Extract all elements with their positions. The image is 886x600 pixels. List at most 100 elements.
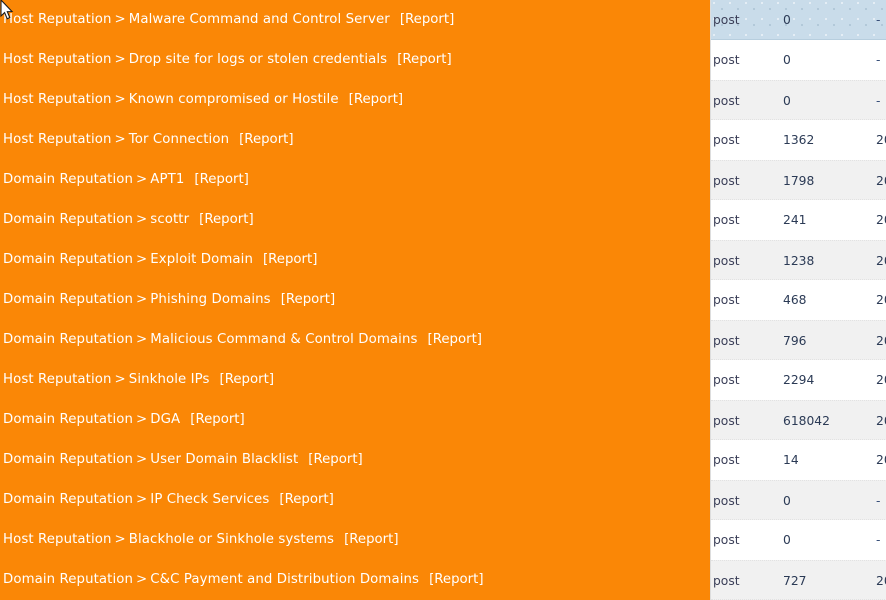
feed-category-label: Domain Reputation: [3, 412, 134, 427]
cell-last-updated: 20: [876, 414, 886, 428]
cell-method-type: post: [713, 574, 740, 588]
cell-method-type: post: [713, 94, 740, 108]
report-link[interactable]: [Report]: [239, 132, 293, 147]
cell-method-type: post: [713, 494, 740, 508]
report-link[interactable]: [Report]: [400, 12, 454, 27]
cell-last-updated: 20: [876, 254, 886, 268]
feed-list-item[interactable]: Host Reputation > Sinkhole IPs [Report]: [0, 360, 710, 400]
report-link[interactable]: [Report]: [220, 372, 274, 387]
feed-category-label: Host Reputation: [3, 52, 112, 67]
table-row[interactable]: post 727 20: [711, 560, 886, 600]
table-row[interactable]: post 618042 20: [711, 400, 886, 440]
feed-list-item[interactable]: Domain Reputation > DGA [Report]: [0, 400, 710, 440]
feed-name-label: C&C Payment and Distribution Domains: [150, 572, 420, 587]
cell-last-updated: -: [876, 53, 881, 67]
report-link[interactable]: [Report]: [190, 412, 244, 427]
report-link[interactable]: [Report]: [429, 572, 483, 587]
table-row[interactable]: post 468 20: [711, 280, 886, 320]
feed-category-label: Host Reputation: [3, 132, 112, 147]
feed-list-item[interactable]: Host Reputation > Blackhole or Sinkhole sy…: [0, 520, 710, 560]
cell-last-updated: -: [876, 94, 881, 108]
feed-category-label: Host Reputation: [3, 12, 112, 27]
cell-last-updated: 20: [876, 574, 886, 588]
feed-separator: >: [114, 372, 126, 387]
report-link[interactable]: [Report]: [428, 332, 482, 347]
table-row[interactable]: post 241 20: [711, 200, 886, 240]
table-row[interactable]: post 0 -: [711, 520, 886, 560]
table-row[interactable]: post 0 -: [711, 0, 886, 40]
table-row[interactable]: post 1798 20: [711, 160, 886, 200]
cell-method-type: post: [713, 533, 740, 547]
feed-category-label: Host Reputation: [3, 372, 112, 387]
feed-name-label: Exploit Domain: [150, 252, 253, 267]
feed-name-label: APT1: [150, 172, 185, 187]
cell-record-count: 796: [783, 334, 807, 348]
report-link[interactable]: [Report]: [279, 492, 333, 507]
feed-list-item[interactable]: Domain Reputation > C&C Payment and Distri…: [0, 560, 710, 600]
feed-separator: >: [136, 572, 148, 587]
feed-category-label: Domain Reputation: [3, 212, 134, 227]
cell-method-type: post: [713, 453, 740, 467]
cell-last-updated: 20: [876, 453, 886, 467]
cell-record-count: 1362: [783, 133, 815, 147]
cell-last-updated: -: [876, 533, 881, 547]
report-link[interactable]: [Report]: [263, 252, 317, 267]
cell-record-count: 2294: [783, 373, 815, 387]
cell-last-updated: 20: [876, 293, 886, 307]
table-row[interactable]: post 796 20: [711, 320, 886, 360]
feed-name-label: User Domain Blacklist: [150, 452, 299, 467]
report-link[interactable]: [Report]: [199, 212, 253, 227]
feed-separator: >: [136, 492, 148, 507]
cell-method-type: post: [713, 414, 740, 428]
report-link[interactable]: [Report]: [194, 172, 248, 187]
cell-record-count: 0: [783, 533, 791, 547]
report-link[interactable]: [Report]: [281, 292, 335, 307]
table-row[interactable]: post 2294 20: [711, 360, 886, 400]
feed-list-item[interactable]: Host Reputation > Tor Connection [Report]: [0, 120, 710, 160]
feed-list-item[interactable]: Domain Reputation > Malicious Command & Co…: [0, 320, 710, 360]
report-link[interactable]: [Report]: [344, 532, 398, 547]
feed-name-label: Malware Command and Control Server: [128, 12, 390, 27]
feed-category-label: Domain Reputation: [3, 572, 134, 587]
feed-name-label: Phishing Domains: [150, 292, 271, 307]
cell-method-type: post: [713, 373, 740, 387]
cell-method-type: post: [713, 254, 740, 268]
report-link[interactable]: [Report]: [308, 452, 362, 467]
feed-separator: >: [114, 532, 126, 547]
feed-separator: >: [114, 12, 126, 27]
cell-record-count: 618042: [783, 414, 830, 428]
cell-last-updated: -: [876, 494, 881, 508]
table-row[interactable]: post 0 -: [711, 480, 886, 520]
cell-method-type: post: [713, 334, 740, 348]
feed-name-label: DGA: [150, 412, 181, 427]
feed-list-item[interactable]: Domain Reputation > scottr [Report]: [0, 200, 710, 240]
cell-record-count: 0: [783, 494, 791, 508]
table-row[interactable]: post 0 -: [711, 80, 886, 120]
feed-list-item[interactable]: Domain Reputation > User Domain Blacklist […: [0, 440, 710, 480]
table-row[interactable]: post 1362 20: [711, 120, 886, 160]
feed-list-item[interactable]: Domain Reputation > APT1 [Report]: [0, 160, 710, 200]
cell-record-count: 0: [783, 94, 791, 108]
report-link[interactable]: [Report]: [397, 52, 451, 67]
feed-list-item[interactable]: Host Reputation > Known compromised or Hos…: [0, 80, 710, 120]
table-row[interactable]: post 1238 20: [711, 240, 886, 280]
feed-category-label: Domain Reputation: [3, 452, 134, 467]
table-row[interactable]: post 14 20: [711, 440, 886, 480]
cell-last-updated: -: [876, 13, 881, 27]
feed-name-label: IP Check Services: [150, 492, 270, 507]
table-row[interactable]: post 0 -: [711, 40, 886, 80]
report-link[interactable]: [Report]: [349, 92, 403, 107]
feed-list-item[interactable]: Host Reputation > Malware Command and Cont…: [0, 0, 710, 40]
feed-list-item[interactable]: Domain Reputation > Phishing Domains [Repor…: [0, 280, 710, 320]
feed-separator: >: [114, 92, 126, 107]
feed-name-label: Drop site for logs or stolen credentials: [128, 52, 388, 67]
cell-last-updated: 20: [876, 213, 886, 227]
feed-list-item[interactable]: Host Reputation > Drop site for logs or st…: [0, 40, 710, 80]
cell-record-count: 14: [783, 453, 799, 467]
feed-list-item[interactable]: Domain Reputation > IP Check Services [Repo…: [0, 480, 710, 520]
feed-category-label: Domain Reputation: [3, 252, 134, 267]
feed-list-item[interactable]: Domain Reputation > Exploit Domain [Report]: [0, 240, 710, 280]
feed-separator: >: [136, 212, 148, 227]
cell-last-updated: 20: [876, 133, 886, 147]
cell-record-count: 468: [783, 293, 807, 307]
